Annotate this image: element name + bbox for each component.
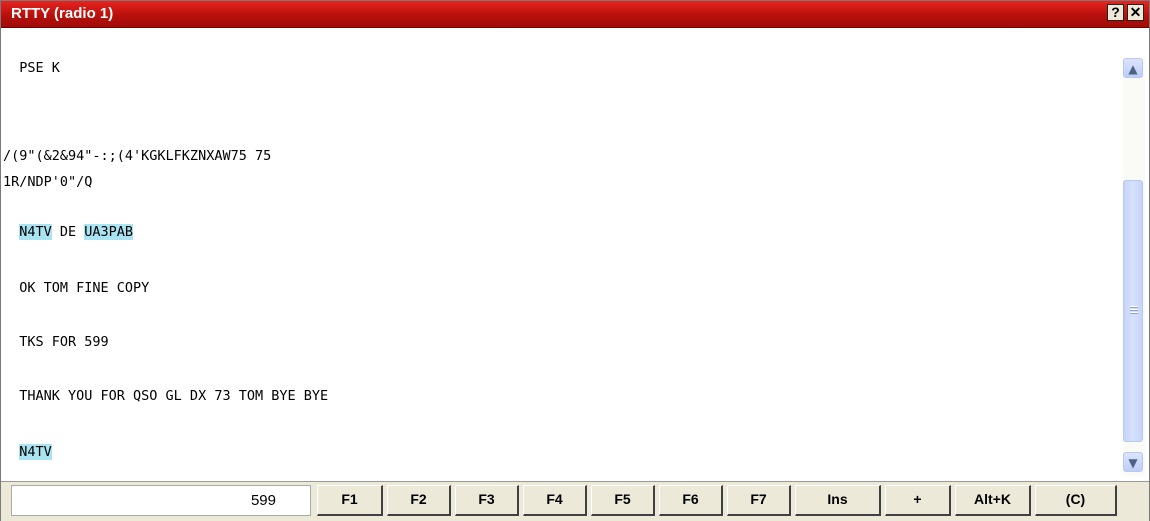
rtty-window: RTTY (radio 1) ? ✕ PSE K /(9"(&2&94"-:;(… [0,0,1150,521]
rx-line: TKS FOR 599 [3,334,109,350]
rx-line: THANK YOU FOR QSO GL DX 73 TOM BYE BYE [3,388,329,404]
f6-button[interactable]: F6 [659,485,723,516]
rx-line: PSE K [3,60,60,76]
macro-bar: 599 F1 F2 F3 F4 F5 F6 F7 Ins + Alt+K (C) [1,481,1149,521]
f5-button[interactable]: F5 [591,485,655,516]
scroll-up-button[interactable]: ▲ [1123,58,1143,78]
f1-button[interactable]: F1 [317,485,383,516]
title-bar[interactable]: RTTY (radio 1) ? ✕ [1,1,1149,28]
help-icon: ? [1111,4,1120,20]
rx-line: 1R/NDP'0"/Q [3,174,93,190]
scroll-down-button[interactable]: ▼ [1123,452,1143,472]
window-title: RTTY (radio 1) [11,5,114,22]
alt-k-button[interactable]: Alt+K [955,485,1031,516]
rst-field[interactable]: 599 [11,485,311,516]
rx-line: OK TOM FINE COPY [3,280,150,296]
rx-line-callsign: N4TV [3,442,52,462]
close-icon: ✕ [1129,4,1142,20]
rx-line: /(9"(&2&94"-:;(4'KGKLFKZNXAW75 75 [3,148,272,164]
scroll-thumb[interactable] [1123,180,1143,442]
callsign-highlight[interactable]: N4TV [19,224,52,240]
ins-button[interactable]: Ins [795,485,881,516]
plus-button[interactable]: + [885,485,951,516]
receive-text-area[interactable]: PSE K /(9"(&2&94"-:;(4'KGKLFKZNXAW75 75 … [3,58,1119,478]
close-button[interactable]: ✕ [1127,4,1144,21]
f2-button[interactable]: F2 [387,485,451,516]
chevron-down-icon: ▼ [1128,456,1138,470]
rx-line-callsigns: N4TV DE UA3PAB [19,224,134,240]
chevron-up-icon: ▲ [1128,62,1138,76]
callsign-c-button[interactable]: (C) [1035,485,1117,516]
f3-button[interactable]: F3 [455,485,519,516]
rst-value: 599 [250,492,276,509]
callsign-highlight[interactable]: N4TV [19,444,52,460]
grip-icon [1130,306,1138,315]
help-button[interactable]: ? [1107,4,1124,21]
callsign-highlight[interactable]: UA3PAB [84,224,134,240]
vertical-scrollbar[interactable]: ▲ ▼ [1123,58,1145,476]
f4-button[interactable]: F4 [523,485,587,516]
f7-button[interactable]: F7 [727,485,791,516]
